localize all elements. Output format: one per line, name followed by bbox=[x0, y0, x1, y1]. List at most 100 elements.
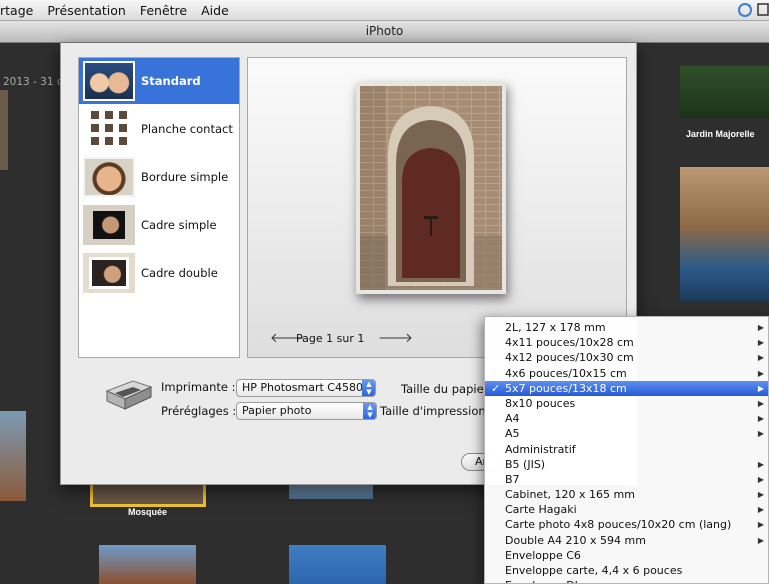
triangle-right-icon: ▶ bbox=[757, 398, 764, 408]
paper-size-option-label: Enveloppe DL bbox=[505, 579, 581, 583]
presets-select[interactable]: Papier photo ▲ ▼ bbox=[236, 402, 377, 420]
theme-label: Bordure simple bbox=[141, 170, 229, 184]
paper-size-option-label: Carte Hagaki bbox=[505, 503, 577, 517]
paper-size-option-label: 8x10 pouces bbox=[505, 396, 576, 410]
library-photo-jardin[interactable] bbox=[680, 66, 769, 118]
menu-fenetre[interactable]: Fenêtre bbox=[133, 3, 194, 18]
paper-size-option[interactable]: B5 (JIS) ▶ bbox=[485, 457, 768, 472]
paper-size-option-label: Enveloppe C6 bbox=[505, 548, 581, 562]
paper-size-option[interactable]: 2L, 127 x 178 mm ▶ bbox=[485, 320, 768, 335]
print-preview: 🡐 Page 1 sur 1 🡒 bbox=[247, 57, 627, 358]
paper-size-option[interactable]: 8x10 pouces ▶ bbox=[485, 396, 768, 411]
paper-size-option-label: Double A4 210 x 594 mm bbox=[505, 533, 646, 547]
paper-size-option[interactable]: Enveloppe DL bbox=[485, 578, 768, 583]
triangle-right-icon: ▶ bbox=[757, 353, 764, 363]
paper-size-option[interactable]: 4x6 pouces/10x15 cm ▶ bbox=[485, 366, 768, 381]
print-size-label: Taille d'impression bbox=[380, 404, 486, 418]
paper-size-option-label: Carte photo 4x8 pouces/10x20 cm (lang) bbox=[505, 518, 732, 532]
library-photo-bottom-1[interactable] bbox=[99, 545, 196, 584]
paper-size-option-label: Enveloppe carte, 4,4 x 6 pouces bbox=[505, 564, 683, 577]
triangle-right-icon: ▶ bbox=[757, 505, 764, 515]
triangle-right-icon: ▶ bbox=[757, 338, 764, 348]
paper-size-option[interactable]: ✓ 5x7 pouces/13x18 cm ▶ bbox=[485, 380, 768, 396]
paper-size-option-label: B7 bbox=[505, 472, 520, 486]
paper-size-option-label: B5 (JIS) bbox=[505, 457, 546, 471]
theme-cadre-simple[interactable]: Cadre simple bbox=[79, 202, 239, 248]
paper-size-option-label: A4 bbox=[505, 412, 520, 426]
triangle-right-icon: ▶ bbox=[757, 490, 764, 500]
theme-cadre-double-thumbnail bbox=[83, 253, 135, 293]
paper-size-option-label: 4x11 pouces/10x28 cm bbox=[505, 336, 634, 350]
paper-size-option-label: Cabinet, 120 x 165 mm bbox=[505, 488, 635, 502]
library-photo-bottom-2[interactable] bbox=[289, 545, 386, 584]
paper-size-menu: 2L, 127 x 178 mm ▶ 4x11 pouces/10x28 cm ▶ 4x… bbox=[484, 316, 769, 584]
theme-standard-thumbnail bbox=[83, 61, 135, 101]
theme-contact-thumbnail bbox=[83, 109, 135, 149]
paper-size-label: Taille du papier bbox=[401, 382, 489, 396]
paper-size-option[interactable]: 4x11 pouces/10x28 cm ▶ bbox=[485, 335, 768, 350]
theme-bordure-simple[interactable]: Bordure simple bbox=[79, 154, 239, 200]
sync-icon[interactable] bbox=[737, 2, 753, 18]
paper-size-option[interactable]: Carte photo 4x8 pouces/10x20 cm (lang) ▶ bbox=[485, 517, 768, 532]
menu-presentation[interactable]: Présentation bbox=[40, 3, 133, 18]
paper-size-option-label: Administratif bbox=[505, 442, 576, 456]
paper-size-option[interactable]: Carte Hagaki ▶ bbox=[485, 502, 768, 517]
caption-mosquee: Mosquée bbox=[128, 507, 168, 517]
theme-cadre-simple-thumbnail bbox=[83, 205, 135, 245]
theme-standard[interactable]: Standard bbox=[79, 58, 239, 104]
printer-label: Imprimante : bbox=[161, 380, 236, 394]
triangle-right-icon: ▶ bbox=[757, 323, 764, 332]
triangle-right-icon: ▶ bbox=[757, 520, 764, 530]
paper-size-option-label: 2L, 127 x 178 mm bbox=[505, 321, 606, 334]
caption-jardin-majorelle: Jardin Majorelle bbox=[686, 129, 755, 139]
checkmark-icon: ✓ bbox=[491, 381, 501, 395]
triangle-right-icon: ▶ bbox=[757, 414, 764, 424]
printer-select-value: HP Photosmart C4580 bbox=[242, 381, 363, 394]
menu-aide[interactable]: Aide bbox=[194, 3, 236, 18]
theme-cadre-double[interactable]: Cadre double bbox=[79, 250, 239, 296]
window-title: iPhoto bbox=[0, 21, 769, 43]
theme-bordure-thumbnail bbox=[83, 157, 135, 197]
paper-size-option-label: 5x7 pouces/13x18 cm bbox=[505, 381, 627, 395]
paper-size-option[interactable]: B7 ▶ bbox=[485, 472, 768, 487]
theme-label: Planche contact bbox=[141, 122, 233, 136]
library-photo-left-top[interactable] bbox=[0, 90, 8, 170]
paper-size-option[interactable]: Cabinet, 120 x 165 mm ▶ bbox=[485, 487, 768, 502]
paper-size-option[interactable]: 4x12 pouces/10x30 cm ▶ bbox=[485, 350, 768, 365]
library-photo-left-mid[interactable] bbox=[0, 411, 26, 501]
paper-size-option[interactable]: A4 ▶ bbox=[485, 411, 768, 426]
page-indicator: Page 1 sur 1 bbox=[296, 332, 365, 345]
presets-select-value: Papier photo bbox=[242, 404, 312, 417]
paper-size-option-label: 4x12 pouces/10x30 cm bbox=[505, 351, 634, 365]
theme-label: Standard bbox=[141, 74, 201, 88]
paper-size-option[interactable]: Enveloppe C6 bbox=[485, 548, 768, 563]
triangle-right-icon: ▶ bbox=[757, 429, 764, 439]
paper-size-option[interactable]: A5 ▶ bbox=[485, 426, 768, 441]
theme-list: Standard Planche contact Bordure simple bbox=[78, 57, 240, 358]
theme-label: Cadre double bbox=[141, 266, 218, 280]
theme-planche-contact[interactable]: Planche contact bbox=[79, 106, 239, 152]
arrow-right-icon[interactable]: 🡒 bbox=[378, 330, 413, 346]
chevron-updown-icon: ▲ ▼ bbox=[362, 380, 375, 396]
presets-label: Préréglages : bbox=[161, 404, 237, 418]
menu-bar: rtage Présentation Fenêtre Aide bbox=[0, 0, 769, 21]
display-icon[interactable] bbox=[757, 2, 769, 18]
paper-size-option-label: 4x6 pouces/10x15 cm bbox=[505, 366, 627, 380]
printer-icon bbox=[105, 380, 153, 410]
chevron-updown-icon: ▲ ▼ bbox=[363, 403, 376, 419]
door-photo-image bbox=[360, 86, 502, 290]
menu-partage[interactable]: rtage bbox=[0, 3, 40, 18]
printer-select[interactable]: HP Photosmart C4580 ▲ ▼ bbox=[236, 379, 376, 397]
triangle-right-icon: ▶ bbox=[757, 535, 764, 545]
event-date-range: 2013 - 31 d bbox=[3, 76, 64, 88]
paper-size-option[interactable]: Administratif bbox=[485, 442, 768, 457]
preview-photo[interactable] bbox=[356, 82, 506, 294]
paper-size-option[interactable]: Enveloppe carte, 4,4 x 6 pouces bbox=[485, 563, 768, 578]
triangle-right-icon: ▶ bbox=[757, 383, 764, 393]
paper-size-option-label: A5 bbox=[505, 427, 520, 441]
triangle-right-icon: ▶ bbox=[757, 474, 764, 484]
triangle-right-icon: ▶ bbox=[757, 459, 764, 469]
paper-size-option[interactable]: Double A4 210 x 594 mm ▶ bbox=[485, 533, 768, 548]
library-photo-riad[interactable] bbox=[680, 167, 769, 301]
triangle-right-icon: ▶ bbox=[757, 368, 764, 378]
